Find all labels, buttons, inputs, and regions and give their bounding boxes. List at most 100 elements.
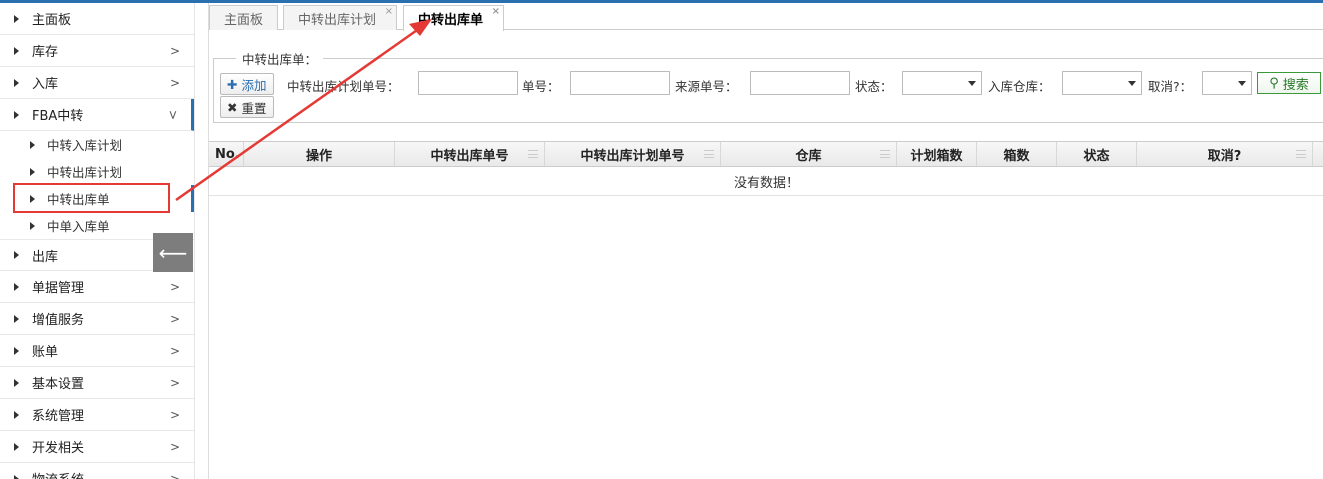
sidebar-subitem-label: 中转出库计划: [47, 165, 123, 180]
column-label: No.: [215, 146, 240, 162]
sidebar-subitem-transfer-outbound-plan[interactable]: 中转出库计划: [0, 158, 194, 185]
sidebar-item-inbound[interactable]: 入库 >: [0, 67, 194, 99]
sidebar-collapse-button[interactable]: ⟵: [153, 233, 193, 272]
column-status[interactable]: 状态: [1057, 142, 1137, 166]
column-label: 中转出库计划单号: [580, 148, 685, 164]
add-button[interactable]: ✚ 添加: [220, 73, 274, 95]
status-select[interactable]: [902, 71, 982, 95]
chevron-right-icon: >: [169, 408, 180, 422]
search-button[interactable]: ⚲ 搜索: [1257, 72, 1321, 94]
column-planned-boxes[interactable]: 计划箱数: [897, 142, 977, 166]
sidebar-subitem-transfer-inbound-plan[interactable]: 中转入库计划: [0, 131, 194, 158]
main-content: 主面板 中转出库计划 × 中转出库单 × 中转出库单： ✚ 添加 ✖ 重置 中转…: [208, 3, 1323, 479]
caret-down-icon: [1238, 81, 1246, 86]
sidebar-item-label: 单据管理: [32, 281, 85, 296]
caret-right-icon: [14, 78, 19, 87]
sidebar-item-development[interactable]: 开发相关 >: [0, 431, 194, 463]
caret-right-icon: [30, 221, 35, 230]
column-label: 计划箱数: [910, 148, 963, 164]
tab-transfer-outbound-order[interactable]: 中转出库单 ×: [403, 5, 505, 31]
chevron-right-icon: >: [169, 344, 180, 358]
tab-label: 中转出库单: [418, 13, 484, 28]
column-label: 中转出库单号: [430, 148, 509, 164]
plus-icon: ✚: [227, 76, 238, 92]
sidebar-item-label: 出库: [32, 249, 59, 265]
sidebar-item-value-added[interactable]: 增值服务 >: [0, 303, 194, 335]
empty-state: 没有数据！: [209, 168, 1323, 196]
column-grip-icon: [704, 150, 714, 158]
grid-header: No. 操作 中转出库单号 中转出库计划单号 仓库 计划箱数 箱数 状态 取消?: [209, 141, 1323, 167]
caret-right-icon: [14, 251, 19, 259]
tab-bar: 主面板 中转出库计划 × 中转出库单 ×: [209, 3, 1323, 31]
reset-button[interactable]: ✖ 重置: [220, 96, 274, 118]
caret-right-icon: [14, 314, 19, 323]
caret-right-icon: [14, 110, 19, 119]
caret-right-icon: [14, 346, 19, 355]
cancel-select[interactable]: [1202, 71, 1252, 95]
sidebar-item-label: 物流系统: [32, 469, 84, 479]
caret-right-icon: [30, 140, 35, 149]
chevron-right-icon: >: [169, 312, 180, 326]
caret-right-icon: [30, 167, 35, 176]
warehouse-select[interactable]: [1062, 71, 1142, 95]
sidebar-item-basic-settings[interactable]: 基本设置 >: [0, 367, 194, 399]
sidebar-item-logistics[interactable]: 物流系统 >: [0, 463, 194, 479]
sidebar-subitem-label: 中转出库单: [47, 192, 110, 207]
sidebar-item-label: 库存: [32, 45, 59, 60]
tab-label: 主面板: [224, 12, 264, 28]
cancel-label: 取消?：: [1148, 79, 1193, 94]
sidebar-item-fba-transfer[interactable]: FBA中转 >: [0, 99, 194, 131]
column-cancelled[interactable]: 取消?: [1137, 142, 1313, 166]
caret-right-icon: [14, 46, 19, 55]
close-icon[interactable]: ×: [492, 6, 500, 17]
chevron-right-icon: >: [169, 76, 180, 90]
sidebar-item-label: 系统管理: [32, 409, 85, 424]
filter-legend: 中转出库单：: [242, 52, 318, 67]
column-label: 操作: [305, 148, 332, 164]
sidebar-item-documents[interactable]: 单据管理 >: [0, 271, 194, 303]
sidebar-item-label: 基本设置: [32, 377, 85, 392]
column-label: 仓库: [795, 148, 822, 164]
caret-right-icon: [14, 474, 19, 479]
reset-button-label: 重置: [241, 100, 267, 116]
column-actions[interactable]: 操作: [244, 142, 395, 166]
tab-transfer-outbound-plan[interactable]: 中转出库计划 ×: [283, 5, 398, 30]
column-label: 取消?: [1207, 148, 1242, 164]
tab-dashboard[interactable]: 主面板: [209, 5, 279, 30]
column-plan-no[interactable]: 中转出库计划单号: [545, 142, 721, 166]
x-icon: ✖: [227, 99, 238, 115]
plan-no-input[interactable]: [418, 71, 518, 95]
chevron-right-icon: >: [169, 280, 180, 294]
add-button-label: 添加: [241, 77, 267, 93]
sidebar-item-dashboard[interactable]: 主面板: [0, 3, 194, 35]
chevron-right-icon: >: [169, 44, 180, 58]
sidebar-item-billing[interactable]: 账单 >: [0, 335, 194, 367]
chevron-down-icon: >: [165, 109, 180, 121]
caret-right-icon: [14, 410, 19, 419]
close-icon[interactable]: ×: [385, 6, 393, 17]
plan-no-label: 中转出库计划单号：: [287, 79, 400, 94]
order-no-input[interactable]: [570, 71, 670, 95]
column-boxes[interactable]: 箱数: [977, 142, 1057, 166]
sidebar-item-inventory[interactable]: 库存 >: [0, 35, 194, 67]
caret-down-icon: [968, 81, 976, 86]
chevron-right-icon: >: [169, 376, 180, 390]
source-no-input[interactable]: [750, 71, 850, 95]
sidebar-item-label: 入库: [32, 77, 59, 92]
search-button-label: 搜索: [1282, 77, 1309, 93]
column-warehouse[interactable]: 仓库: [721, 142, 897, 166]
status-label: 状态：: [855, 79, 893, 94]
tab-label: 中转出库计划: [298, 12, 377, 28]
sidebar-item-system[interactable]: 系统管理 >: [0, 399, 194, 431]
column-no[interactable]: No.: [209, 142, 244, 166]
sidebar-subitem-transfer-outbound-order[interactable]: 中转出库单: [0, 185, 194, 212]
column-label: 状态: [1083, 148, 1110, 164]
caret-right-icon: [14, 378, 19, 387]
order-no-label: 单号：: [522, 79, 560, 94]
sidebar-item-label: 增值服务: [32, 313, 85, 328]
caret-right-icon: [14, 442, 19, 451]
column-order-no[interactable]: 中转出库单号: [395, 142, 545, 166]
column-grip-icon: [1296, 150, 1306, 158]
chevron-right-icon: >: [169, 472, 180, 479]
arrow-left-icon: ⟵: [158, 240, 188, 265]
